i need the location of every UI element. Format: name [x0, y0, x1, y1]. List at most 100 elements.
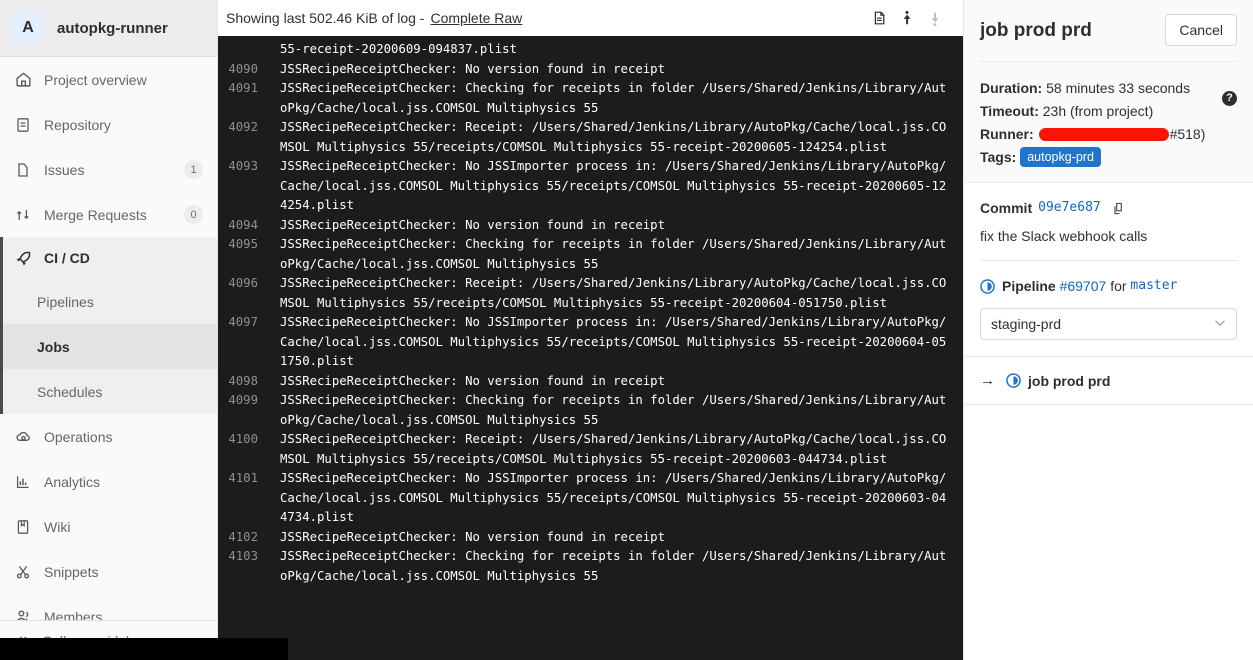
log-line-number: 4094: [228, 217, 258, 232]
stage-select[interactable]: staging-prd: [980, 308, 1237, 340]
timeout-row: Timeout: 23h (from project): [980, 100, 1237, 123]
job-metadata: Duration: 58 minutes 33 seconds Timeout:…: [980, 62, 1237, 182]
log-line: 4097 JSSRecipeReceiptChecker: No JSSImpor…: [218, 313, 953, 372]
issues-icon: [14, 161, 32, 179]
project-header[interactable]: A autopkg-runner: [0, 0, 217, 57]
log-line: 4093 JSSRecipeReceiptChecker: No JSSImpor…: [218, 157, 953, 216]
help-icon[interactable]: ?: [1222, 91, 1237, 106]
sidebar-item-label: Issues: [44, 161, 85, 178]
tag-badge: autopkg-prd: [1020, 147, 1101, 168]
log-line-text: JSSRecipeReceiptChecker: Checking for re…: [280, 237, 947, 271]
log-line-number: 4099: [228, 393, 258, 407]
gitlab-job-page: A autopkg-runner Project overview Reposi…: [0, 0, 1253, 660]
sidebar-item-operations[interactable]: Operations: [0, 414, 217, 459]
sidebar-nav-bottom: Operations Analytics Wiki Snippets Membe…: [0, 414, 217, 639]
sidebar-item-wiki[interactable]: Wiki: [0, 504, 217, 549]
document-icon: [14, 116, 32, 134]
log-line-text: JSSRecipeReceiptChecker: No version foun…: [280, 529, 665, 544]
scroll-to-top-icon[interactable]: [893, 6, 921, 30]
log-line: 4101 JSSRecipeReceiptChecker: No JSSImpor…: [218, 469, 953, 528]
pipeline-for-text: for: [1110, 278, 1127, 294]
scroll-to-bottom-icon[interactable]: [921, 6, 949, 30]
log-line: 4090 JSSRecipeReceiptChecker: No version …: [218, 60, 953, 80]
sidebar-item-label: Merge Requests: [44, 206, 147, 223]
sidebar-item-project-overview[interactable]: Project overview: [0, 57, 217, 102]
sidebar-item-label: Wiki: [44, 518, 71, 535]
log-line-text: JSSRecipeReceiptChecker: Receipt: /Users…: [280, 120, 947, 154]
log-lines-container: 55-receipt-20200609-094837.plist 4090 JSSR…: [218, 40, 953, 586]
log-line-text: JSSRecipeReceiptChecker: Checking for re…: [280, 393, 947, 427]
log-line-text: JSSRecipeReceiptChecker: Checking for re…: [280, 549, 947, 583]
log-line-text: 55-receipt-20200609-094837.plist: [280, 42, 517, 56]
log-line-number: 4090: [228, 61, 258, 76]
sidebar-item-label: CI / CD: [44, 250, 90, 266]
log-line-number: 4091: [228, 81, 258, 95]
log-line-number: 4095: [228, 237, 258, 251]
log-line-text: JSSRecipeReceiptChecker: No JSSImporter …: [280, 471, 947, 524]
timeout-value: 23h (from project): [1042, 103, 1154, 119]
sidebar-item-analytics[interactable]: Analytics: [0, 459, 217, 504]
log-line-text: JSSRecipeReceiptChecker: Receipt: /Users…: [280, 276, 947, 310]
sidebar-subnav-cicd: Pipelines Jobs Schedules: [3, 279, 217, 414]
log-line: 4100 JSSRecipeReceiptChecker: Receipt: /U…: [218, 430, 953, 469]
log-line-number: 4101: [228, 471, 258, 485]
pipeline-id-link[interactable]: #69707: [1060, 275, 1107, 297]
cancel-button[interactable]: Cancel: [1165, 14, 1237, 46]
log-line: 4099 JSSRecipeReceiptChecker: Checking fo…: [218, 391, 953, 430]
pipeline-row: Pipeline #69707 for master: [980, 275, 1237, 297]
issues-count-badge: 1: [184, 160, 203, 179]
log-line: 4102 JSSRecipeReceiptChecker: No version …: [218, 528, 953, 548]
sidebar-item-snippets[interactable]: Snippets: [0, 549, 217, 594]
commit-pipeline-wrap: Commit 09e7e687 fix the Slack webhook ca…: [964, 183, 1253, 356]
sidebar-item-label: Analytics: [44, 473, 101, 490]
log-line-number: 4092: [228, 120, 258, 134]
sidebar-item-cicd[interactable]: CI / CD: [3, 237, 217, 279]
sidebar-item-issues[interactable]: Issues 1: [0, 147, 217, 192]
merge-requests-count-badge: 0: [184, 205, 203, 224]
log-line-text: JSSRecipeReceiptChecker: No version foun…: [280, 217, 665, 232]
log-line-text: JSSRecipeReceiptChecker: Checking for re…: [280, 81, 947, 115]
sidebar-item-pipelines[interactable]: Pipelines: [3, 279, 217, 324]
pipeline-branch-link[interactable]: master: [1130, 275, 1177, 297]
duration-row: Duration: 58 minutes 33 seconds: [980, 77, 1237, 100]
log-truncation-notice: Showing last 502.46 KiB of log -: [226, 10, 425, 26]
pipeline-label: Pipeline: [1002, 278, 1056, 294]
log-line-number: 4096: [228, 276, 258, 290]
duration-label: Duration:: [980, 80, 1043, 96]
job-list-item-name: job prod prd: [1028, 372, 1111, 389]
commit-section: Commit 09e7e687 fix the Slack webhook ca…: [980, 183, 1237, 260]
sidebar-item-schedules[interactable]: Schedules: [3, 369, 217, 414]
log-line-number: 4097: [228, 315, 258, 329]
status-running-icon: [1006, 373, 1021, 388]
log-line: 4098 JSSRecipeReceiptChecker: No version …: [218, 372, 953, 392]
log-line-text: JSSRecipeReceiptChecker: No JSSImporter …: [280, 159, 947, 212]
current-job-arrow: →: [980, 372, 995, 389]
job-list-item[interactable]: → job prod prd: [980, 372, 1237, 389]
project-name: autopkg-runner: [57, 19, 168, 37]
sidebar-item-jobs[interactable]: Jobs: [3, 324, 217, 369]
log-line-number: 4102: [228, 529, 258, 544]
log-line-text: JSSRecipeReceiptChecker: No version foun…: [280, 373, 665, 388]
sidebar-item-repository[interactable]: Repository: [0, 102, 217, 147]
tags-row: Tags: autopkg-prd: [980, 146, 1237, 169]
commit-label: Commit: [980, 200, 1033, 216]
log-line: 4092 JSSRecipeReceiptChecker: Receipt: /U…: [218, 118, 953, 157]
merge-request-icon: [14, 206, 32, 224]
complete-raw-link[interactable]: Complete Raw: [430, 10, 522, 26]
copy-icon[interactable]: [1112, 201, 1126, 216]
runner-row: Runner: #518): [980, 123, 1237, 146]
job-log-output[interactable]: 55-receipt-20200609-094837.plist 4090 JSSR…: [218, 36, 963, 660]
tags-label: Tags:: [980, 149, 1017, 165]
sidebar-item-merge-requests[interactable]: Merge Requests 0: [0, 192, 217, 237]
sidebar-item-label: Project overview: [44, 71, 147, 88]
commit-row: Commit 09e7e687: [980, 197, 1237, 219]
timeout-label: Timeout:: [980, 103, 1039, 119]
job-sidebar-panel: job prod prd Cancel Duration: 58 minutes…: [963, 0, 1253, 660]
raw-log-icon[interactable]: [865, 6, 893, 30]
commit-message: fix the Slack webhook calls: [980, 228, 1148, 244]
commit-sha-link[interactable]: 09e7e687: [1038, 197, 1101, 219]
log-line: 4103 JSSRecipeReceiptChecker: Checking fo…: [218, 547, 953, 586]
stage-select-value: staging-prd: [991, 316, 1062, 332]
home-icon: [14, 71, 32, 89]
job-summary-section: job prod prd Cancel Duration: 58 minutes…: [964, 0, 1253, 183]
